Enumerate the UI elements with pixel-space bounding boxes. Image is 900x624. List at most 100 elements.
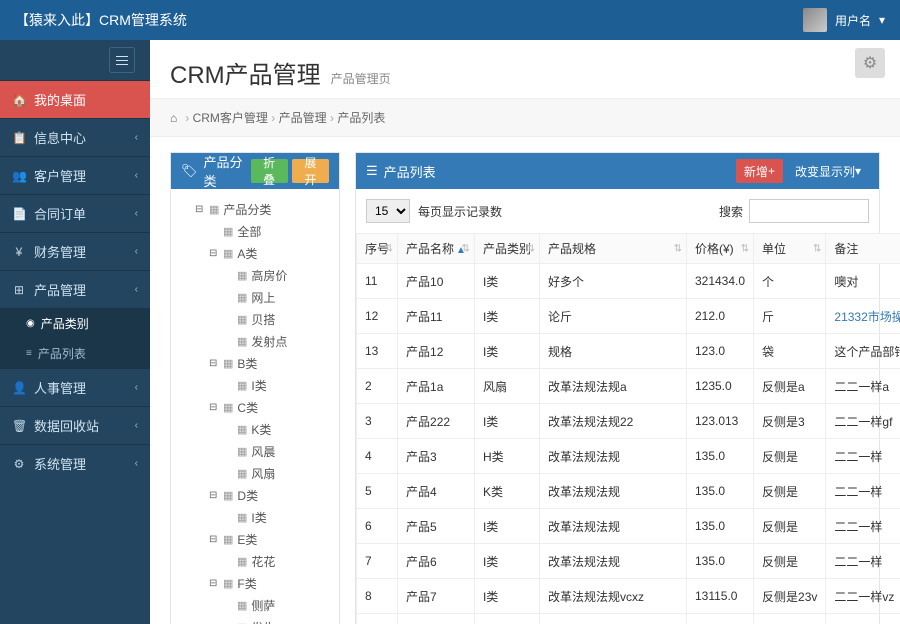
category-tree: ⊟▦产品分类▦全部⊟▦A类▦高房价▦网上▦贝搭▦发射点⊟▦B类▦I类⊟▦C类▦K… xyxy=(171,189,339,624)
tree-node[interactable]: ⊟▦B类 xyxy=(209,353,329,375)
settings-button[interactable]: ⚙ xyxy=(855,48,885,78)
chevron-left-icon: ‹ xyxy=(135,458,138,469)
tree-node[interactable]: ▦全部 xyxy=(209,221,329,243)
chevron-left-icon: ‹ xyxy=(135,382,138,393)
tree-node[interactable]: ⊟▦F类 xyxy=(209,573,329,595)
nav-item-财务管理[interactable]: ¥财务管理‹ xyxy=(0,232,150,270)
tree-node[interactable]: ▦风扇 xyxy=(223,463,329,485)
nav-icon: 📄 xyxy=(12,207,26,221)
breadcrumb-item[interactable]: 产品列表 xyxy=(337,111,385,125)
cell-seq: 8 xyxy=(357,579,398,614)
search-label: 搜索 xyxy=(719,203,743,220)
tree-node[interactable]: ⊟▦产品分类 xyxy=(195,199,329,221)
expand-button[interactable]: 展开 xyxy=(292,159,329,183)
cell-remark: 二二一样 xyxy=(826,474,900,509)
folder-icon: ▦ xyxy=(223,243,233,265)
subnav-item-产品类别[interactable]: ◉产品类别 xyxy=(0,308,150,338)
folder-icon: ▦ xyxy=(209,199,219,221)
column-header[interactable]: 价格(¥)⇅ xyxy=(686,234,753,264)
nav-item-数据回收站[interactable]: 🗑数据回收站‹ xyxy=(0,406,150,444)
chevron-left-icon: ‹ xyxy=(135,284,138,295)
nav-item-人事管理[interactable]: 👤人事管理‹ xyxy=(0,368,150,406)
column-header[interactable]: 产品类别⇅ xyxy=(474,234,539,264)
nav-item-产品管理[interactable]: ⊞ 产品管理 ‹ xyxy=(0,270,150,308)
nav-item-合同订单[interactable]: 📄合同订单‹ xyxy=(0,194,150,232)
folder-icon: ▦ xyxy=(223,573,233,595)
folder-icon: ▦ xyxy=(223,397,233,419)
cell-category: I类 xyxy=(474,264,539,299)
tree-node[interactable]: ⊟▦C类 xyxy=(209,397,329,419)
cell-spec: 改革法规法规 xyxy=(539,509,686,544)
cell-seq: 3 xyxy=(357,404,398,439)
collapse-button[interactable]: 折叠 xyxy=(251,159,288,183)
tree-node[interactable]: ▦I类 xyxy=(223,507,329,529)
nav-item-信息中心[interactable]: 📋信息中心‹ xyxy=(0,118,150,156)
subnav-item-产品列表[interactable]: ≡产品列表 xyxy=(0,338,150,368)
cell-price: 212.0 xyxy=(686,299,753,334)
home-icon[interactable]: ⌂ xyxy=(170,111,177,125)
column-header[interactable]: 序号⇅ xyxy=(357,234,398,264)
tree-node[interactable]: ▦侧萨 xyxy=(223,595,329,617)
search-input[interactable] xyxy=(749,199,869,223)
cell-spec: 规格 xyxy=(539,334,686,369)
tree-node[interactable]: ⊟▦A类 xyxy=(209,243,329,265)
nav-icon: 📋 xyxy=(12,131,26,145)
add-button[interactable]: 新增 + xyxy=(736,159,783,183)
nav-item-系统管理[interactable]: ⚙系统管理‹ xyxy=(0,444,150,482)
tree-node[interactable]: ▦风晨 xyxy=(223,441,329,463)
cell-unit: 斤 xyxy=(754,299,826,334)
cell-remark: 21332市场操作下... xyxy=(826,299,900,334)
per-page-select[interactable]: 15 xyxy=(366,199,410,223)
tree-node[interactable]: ▦K类 xyxy=(223,419,329,441)
folder-icon: ▦ xyxy=(237,595,247,617)
sidebar-toggle[interactable] xyxy=(0,40,150,80)
table-row: 12产品11I类论斤212.0斤21332市场操作下...🗑✎ xyxy=(357,299,900,334)
cell-price: 1235.0 xyxy=(686,369,753,404)
cell-unit: 山地 xyxy=(754,614,826,624)
tree-node[interactable]: ⊟▦E类 xyxy=(209,529,329,551)
breadcrumb-item[interactable]: CRM客户管理 xyxy=(193,111,268,125)
cell-seq: 5 xyxy=(357,474,398,509)
folder-icon: ▦ xyxy=(223,485,233,507)
column-header[interactable]: 产品名称▲⇅ xyxy=(398,234,475,264)
nav-label: 产品管理 xyxy=(34,280,86,299)
nav-item-客户管理[interactable]: 👥客户管理‹ xyxy=(0,156,150,194)
tree-node[interactable]: ▦网上 xyxy=(223,287,329,309)
cell-price: 135.0 xyxy=(686,509,753,544)
cell-unit: 反侧是a xyxy=(754,369,826,404)
breadcrumb-item[interactable]: 产品管理 xyxy=(279,111,327,125)
cell-remark: 犯得上发射点发射点 xyxy=(826,614,900,624)
tree-node[interactable]: ▦发生 xyxy=(223,617,329,624)
cell-spec: 改革法规法规 xyxy=(539,439,686,474)
plus-icon: + xyxy=(768,164,775,178)
column-header[interactable]: 备注⇅ xyxy=(826,234,900,264)
sort-icon: ⇅ xyxy=(385,243,393,254)
cell-category: 风扇 xyxy=(474,369,539,404)
nav-item-我的桌面[interactable]: 🏠我的桌面 xyxy=(0,80,150,118)
tag-icon: 🏷 xyxy=(181,163,198,179)
tree-node[interactable]: ▦高房价 xyxy=(223,265,329,287)
toggle-icon: ⊟ xyxy=(209,529,219,551)
tree-node[interactable]: ▦贝搭 xyxy=(223,309,329,331)
breadcrumb: ⌂ › CRM客户管理 › 产品管理 › 产品列表 xyxy=(150,99,900,137)
tree-node[interactable]: ▦I类 xyxy=(223,375,329,397)
columns-button[interactable]: 改变显示列 ▾ xyxy=(787,159,869,183)
cell-remark: 二二一样gf xyxy=(826,404,900,439)
category-panel: 🏷产品分类 折叠 展开 ⊟▦产品分类▦全部⊟▦A类▦高房价▦网上▦贝搭▦发射点⊟… xyxy=(170,152,340,624)
cell-price: 135.0 xyxy=(686,544,753,579)
user-menu[interactable]: 用户名 ▾ xyxy=(803,8,885,32)
tree-node[interactable]: ▦发射点 xyxy=(223,331,329,353)
nav-icon: ⚙ xyxy=(12,457,26,471)
folder-icon: ▦ xyxy=(223,353,233,375)
cell-spec: 好多个 xyxy=(539,264,686,299)
cell-name: 产品7 xyxy=(398,579,475,614)
cell-remark: 二二一样 xyxy=(826,544,900,579)
nav-icon: ⊞ xyxy=(12,283,26,297)
cell-unit: 反侧是23v xyxy=(754,579,826,614)
column-header[interactable]: 产品规格⇅ xyxy=(539,234,686,264)
main: ⚙ CRM产品管理 产品管理页 ⌂ › CRM客户管理 › 产品管理 › 产品列… xyxy=(150,40,900,624)
tree-node[interactable]: ▦花花 xyxy=(223,551,329,573)
column-header[interactable]: 单位⇅ xyxy=(754,234,826,264)
tree-node[interactable]: ⊟▦D类 xyxy=(209,485,329,507)
table-row: 5产品4K类改革法规法规135.0反侧是二二一样🗑✎ xyxy=(357,474,900,509)
